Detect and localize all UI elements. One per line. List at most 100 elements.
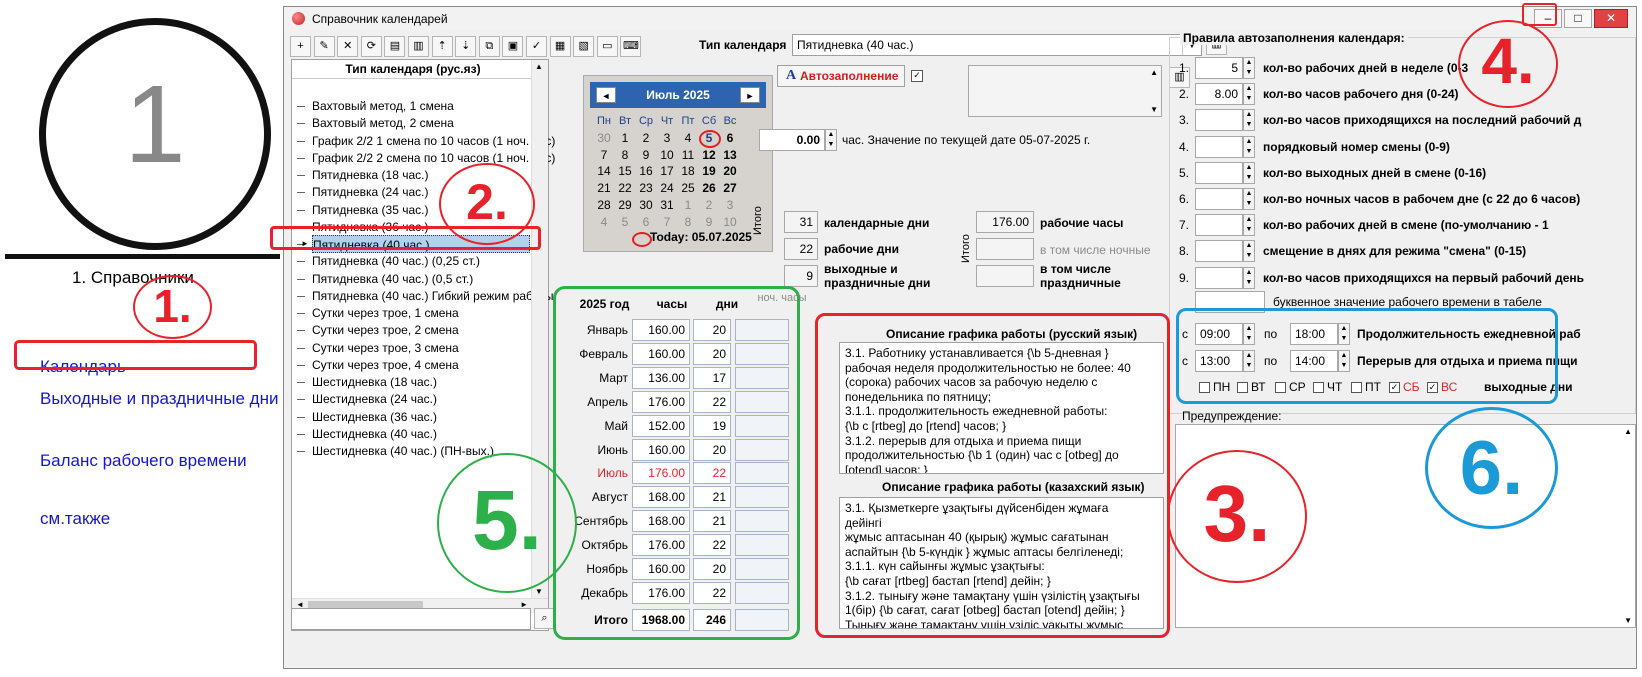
link-holidays[interactable]: Выходные и праздничные дни — [40, 388, 285, 410]
wizard-icon[interactable]: ✓ — [526, 36, 547, 57]
calendar-day[interactable]: 29 — [614, 197, 636, 214]
rule-spinner[interactable]: ▲ ▼ — [1243, 266, 1255, 289]
calendar-day[interactable]: 18 — [677, 163, 699, 180]
list-item[interactable]: Шестидневка (40 час.) (ПН-вых.) — [312, 442, 494, 460]
calendar-day[interactable]: 4 — [593, 214, 615, 231]
rule-spinner[interactable]: ▲ ▼ — [1243, 57, 1255, 79]
rule-value-field[interactable]: 8.00 — [1195, 83, 1243, 106]
list-item[interactable]: Шестидневка (36 час.) — [312, 408, 437, 426]
calendar-day[interactable]: 19 — [698, 163, 720, 180]
calendar-day[interactable]: 16 — [635, 163, 657, 180]
calendar-day[interactable]: 3 — [656, 130, 678, 147]
print-icon[interactable]: ▧ — [573, 36, 595, 57]
list-item[interactable]: Пятидневка (18 час.) — [312, 166, 428, 184]
autofill-checkbox[interactable]: ✓ — [911, 70, 923, 82]
calendar-type-select[interactable]: Пятидневка (40 час.) ▼ — [792, 34, 1202, 56]
calendar-day[interactable]: 30 — [593, 130, 615, 147]
rule-spinner[interactable]: ▲ ▼ — [1243, 109, 1255, 132]
copy-icon[interactable]: ⧉ — [478, 36, 500, 57]
list-item[interactable]: Пятидневка (35 час.) — [312, 201, 428, 219]
calendar-day[interactable]: 13 — [719, 147, 741, 164]
calendar-day[interactable]: 10 — [656, 147, 678, 164]
list-item[interactable]: Вахтовый метод, 2 смена — [312, 114, 454, 132]
calendar-day[interactable]: 15 — [614, 163, 636, 180]
calendar-day[interactable]: 8 — [614, 147, 636, 164]
list-item[interactable]: Шестидневка (18 час.) — [312, 373, 437, 391]
close-button[interactable]: ✕ — [1594, 9, 1628, 28]
calendar-day[interactable]: 9 — [635, 147, 657, 164]
rule-value-field[interactable]: 5 — [1195, 57, 1243, 79]
list-item[interactable]: График 2/2 2 смена по 10 часов (1 ноч. ч… — [312, 149, 555, 167]
rule-spinner[interactable]: ▲ ▼ — [1243, 188, 1255, 210]
link-work-time-balance[interactable]: Баланс рабочего времени — [40, 451, 247, 471]
hours-spinner[interactable]: ▲ ▼ — [825, 129, 837, 151]
rule-spinner[interactable]: ▲ ▼ — [1243, 214, 1255, 237]
calendar-day[interactable]: 26 — [698, 180, 720, 197]
list-item[interactable]: Пятидневка (40 час.) (0,5 ст.) — [312, 270, 473, 288]
list-item[interactable]: Пятидневка (24 час.) — [312, 183, 428, 201]
rule-value-field[interactable] — [1195, 161, 1243, 184]
keyboard-icon[interactable]: ⌨ — [620, 36, 642, 57]
calendar-day[interactable]: 7 — [656, 214, 678, 231]
calendar-day[interactable]: 6 — [635, 214, 657, 231]
edit-icon[interactable]: ✎ — [313, 36, 335, 57]
report-icon[interactable]: ▤ — [384, 36, 406, 57]
hours-field[interactable]: 0.00 — [759, 129, 825, 151]
calendar-day[interactable]: 22 — [614, 180, 636, 197]
list-item[interactable]: Сутки через трое, 3 смена — [312, 339, 459, 357]
add-icon[interactable]: + — [290, 36, 311, 57]
today-label[interactable]: Today: 05.07.2025 — [650, 230, 752, 244]
calendar-day[interactable]: 31 — [656, 197, 678, 214]
rule-value-field[interactable] — [1195, 240, 1243, 263]
move-up-icon[interactable]: ⇡ — [431, 36, 453, 57]
next-month-button[interactable]: ► — [740, 87, 760, 103]
calendar-day[interactable]: 5 — [614, 214, 636, 231]
list-item[interactable]: Пятидневка (40 час.) Гибкий режим работы — [312, 287, 553, 305]
calendar-day[interactable]: 2 — [635, 130, 657, 147]
list-item[interactable]: Сутки через трое, 1 смена — [312, 304, 459, 322]
link-see-also[interactable]: см.также — [40, 509, 110, 529]
list-item[interactable]: Шестидневка (40 час.) — [312, 425, 437, 443]
book-icon[interactable]: ▥ — [408, 36, 429, 57]
rule-value-field[interactable] — [1195, 109, 1243, 132]
calendar-day[interactable]: 1 — [677, 197, 699, 214]
calendar-day[interactable]: 27 — [719, 180, 741, 197]
note-textarea[interactable]: ▲ ▼ — [968, 65, 1162, 117]
rule-value-field[interactable] — [1195, 135, 1243, 158]
rule-spinner[interactable]: ▲ ▼ — [1243, 83, 1255, 106]
prev-month-button[interactable]: ◄ — [596, 87, 616, 103]
calendar-day[interactable]: 17 — [656, 163, 678, 180]
calendar-day[interactable]: 8 — [677, 214, 699, 231]
calendar-day[interactable]: 4 — [677, 130, 699, 147]
rule-value-field[interactable] — [1195, 214, 1243, 237]
calendar-day[interactable]: 23 — [635, 180, 657, 197]
calendar-day[interactable]: 30 — [635, 197, 657, 214]
calendar-day[interactable]: 21 — [593, 180, 615, 197]
restore-button[interactable]: □ — [1564, 9, 1592, 28]
move-down-icon[interactable]: ⇣ — [455, 36, 477, 57]
rule-spinner[interactable]: ▲ ▼ — [1243, 240, 1255, 263]
calendar-day[interactable]: 24 — [656, 180, 678, 197]
rule-value-field[interactable] — [1195, 266, 1243, 289]
binoculars-icon[interactable]: ⌕ — [534, 608, 555, 629]
calendar-day[interactable]: 20 — [719, 163, 741, 180]
calendar-day[interactable]: 28 — [593, 197, 615, 214]
screen-icon[interactable]: ▭ — [596, 36, 618, 57]
list-item[interactable]: Шестидневка (24 час.) — [312, 390, 437, 408]
rule-spinner[interactable]: ▲ ▼ — [1243, 161, 1255, 184]
rule-value-field[interactable] — [1195, 188, 1243, 210]
calendar-day[interactable]: 1 — [614, 130, 636, 147]
calendar-day[interactable]: 3 — [719, 197, 741, 214]
calendar-day[interactable]: 9 — [698, 214, 720, 231]
calendar-day[interactable]: 6 — [719, 130, 741, 147]
calendar-day[interactable]: 25 — [677, 180, 699, 197]
delete-icon[interactable]: ✕ — [337, 36, 359, 57]
refresh-icon[interactable]: ⟳ — [360, 36, 382, 57]
list-item[interactable]: Сутки через трое, 4 смена — [312, 356, 459, 374]
calendar-day[interactable]: 2 — [698, 197, 720, 214]
autofill-button[interactable]: A Автозаполнение — [777, 65, 905, 87]
list-item[interactable]: График 2/2 1 смена по 10 часов (1 ноч. ч… — [312, 132, 555, 150]
paste-icon[interactable]: ▣ — [502, 36, 524, 57]
calendar-day[interactable]: 11 — [677, 147, 699, 164]
list-search-input[interactable] — [291, 608, 531, 630]
